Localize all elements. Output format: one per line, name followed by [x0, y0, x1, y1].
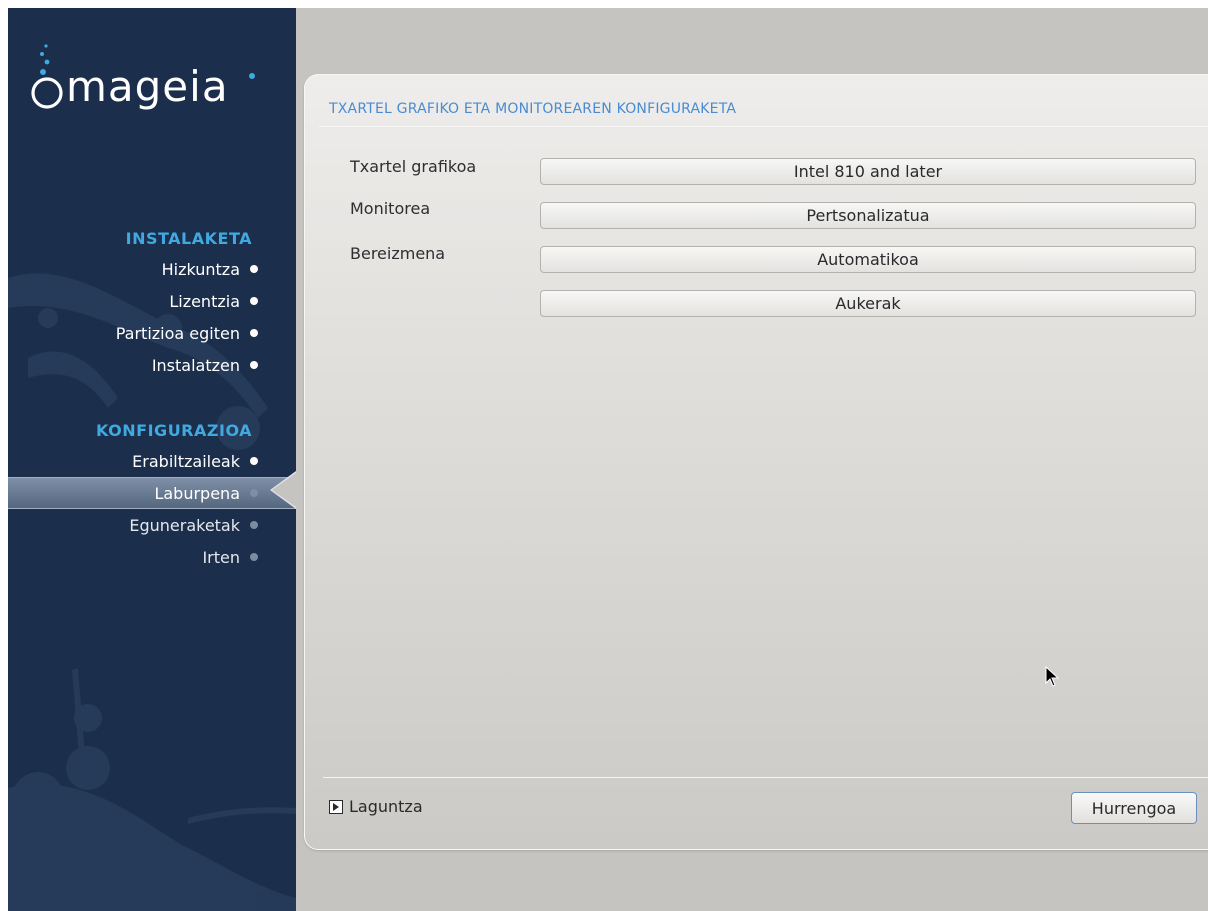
footer-divider	[323, 777, 1208, 778]
section-heading-configuration: KONFIGURAZIOA	[96, 421, 252, 440]
next-button[interactable]: Hurrengoa	[1071, 792, 1197, 824]
logo-text: mageia	[66, 62, 229, 111]
expand-triangle-icon[interactable]	[329, 799, 343, 814]
graphics-card-button[interactable]: Intel 810 and later	[540, 158, 1196, 185]
sidebar-item-label: Instalatzen	[151, 355, 240, 375]
sidebar-item-instalatzen: Instalatzen	[8, 350, 296, 380]
sidebar-item-label: Hizkuntza	[161, 259, 240, 279]
sidebar: mageia INSTALAKETA Hizkuntza Lizentzia P…	[8, 8, 296, 911]
bullet-dot-icon	[250, 553, 258, 561]
bullet-dot-icon	[250, 457, 258, 465]
sidebar-item-label: Partizioa egiten	[115, 323, 240, 343]
current-step-arrow-icon	[272, 473, 296, 507]
resolution-label: Bereizmena	[350, 244, 446, 263]
installer-window: mageia INSTALAKETA Hizkuntza Lizentzia P…	[8, 8, 1208, 911]
mouse-pointer-icon	[1045, 666, 1060, 687]
bullet-dot-icon	[250, 521, 258, 529]
section-heading-installation: INSTALAKETA	[125, 229, 252, 248]
sidebar-item-irten: Irten	[8, 542, 296, 572]
bullet-dot-icon	[250, 265, 258, 273]
bullet-dot-icon	[250, 297, 258, 305]
monitor-button[interactable]: Pertsonalizatua	[540, 202, 1196, 229]
sidebar-item-partizioa: Partizioa egiten	[8, 318, 296, 348]
resolution-button[interactable]: Automatikoa	[540, 246, 1196, 273]
sidebar-item-label: Eguneraketak	[129, 515, 240, 535]
page-title: TXARTEL GRAFIKO ETA MONITOREAREN KONFIGU…	[329, 101, 737, 117]
sidebar-item-lizentzia: Lizentzia	[8, 286, 296, 316]
sidebar-item-label: Laburpena	[154, 483, 240, 503]
bullet-dot-icon	[250, 361, 258, 369]
monitor-label: Monitorea	[350, 199, 431, 218]
sidebar-item-hizkuntza: Hizkuntza	[8, 254, 296, 284]
bullet-dot-icon	[250, 329, 258, 337]
title-divider	[319, 126, 1208, 127]
help-expander[interactable]: Laguntza	[329, 797, 423, 816]
options-button[interactable]: Aukerak	[540, 290, 1196, 317]
sidebar-item-laburpena: Laburpena	[8, 477, 296, 509]
sidebar-item-eguneraketak: Eguneraketak	[8, 510, 296, 540]
sidebar-item-label: Lizentzia	[169, 291, 240, 311]
sidebar-item-label: Erabiltzaileak	[132, 451, 240, 471]
sidebar-item-label: Irten	[202, 547, 240, 567]
bullet-dot-icon	[250, 489, 258, 497]
main-panel: TXARTEL GRAFIKO ETA MONITOREAREN KONFIGU…	[304, 74, 1208, 850]
sidebar-item-erabiltzaileak: Erabiltzaileak	[8, 446, 296, 476]
graphics-card-label: Txartel grafikoa	[350, 157, 477, 176]
help-label[interactable]: Laguntza	[349, 797, 423, 816]
